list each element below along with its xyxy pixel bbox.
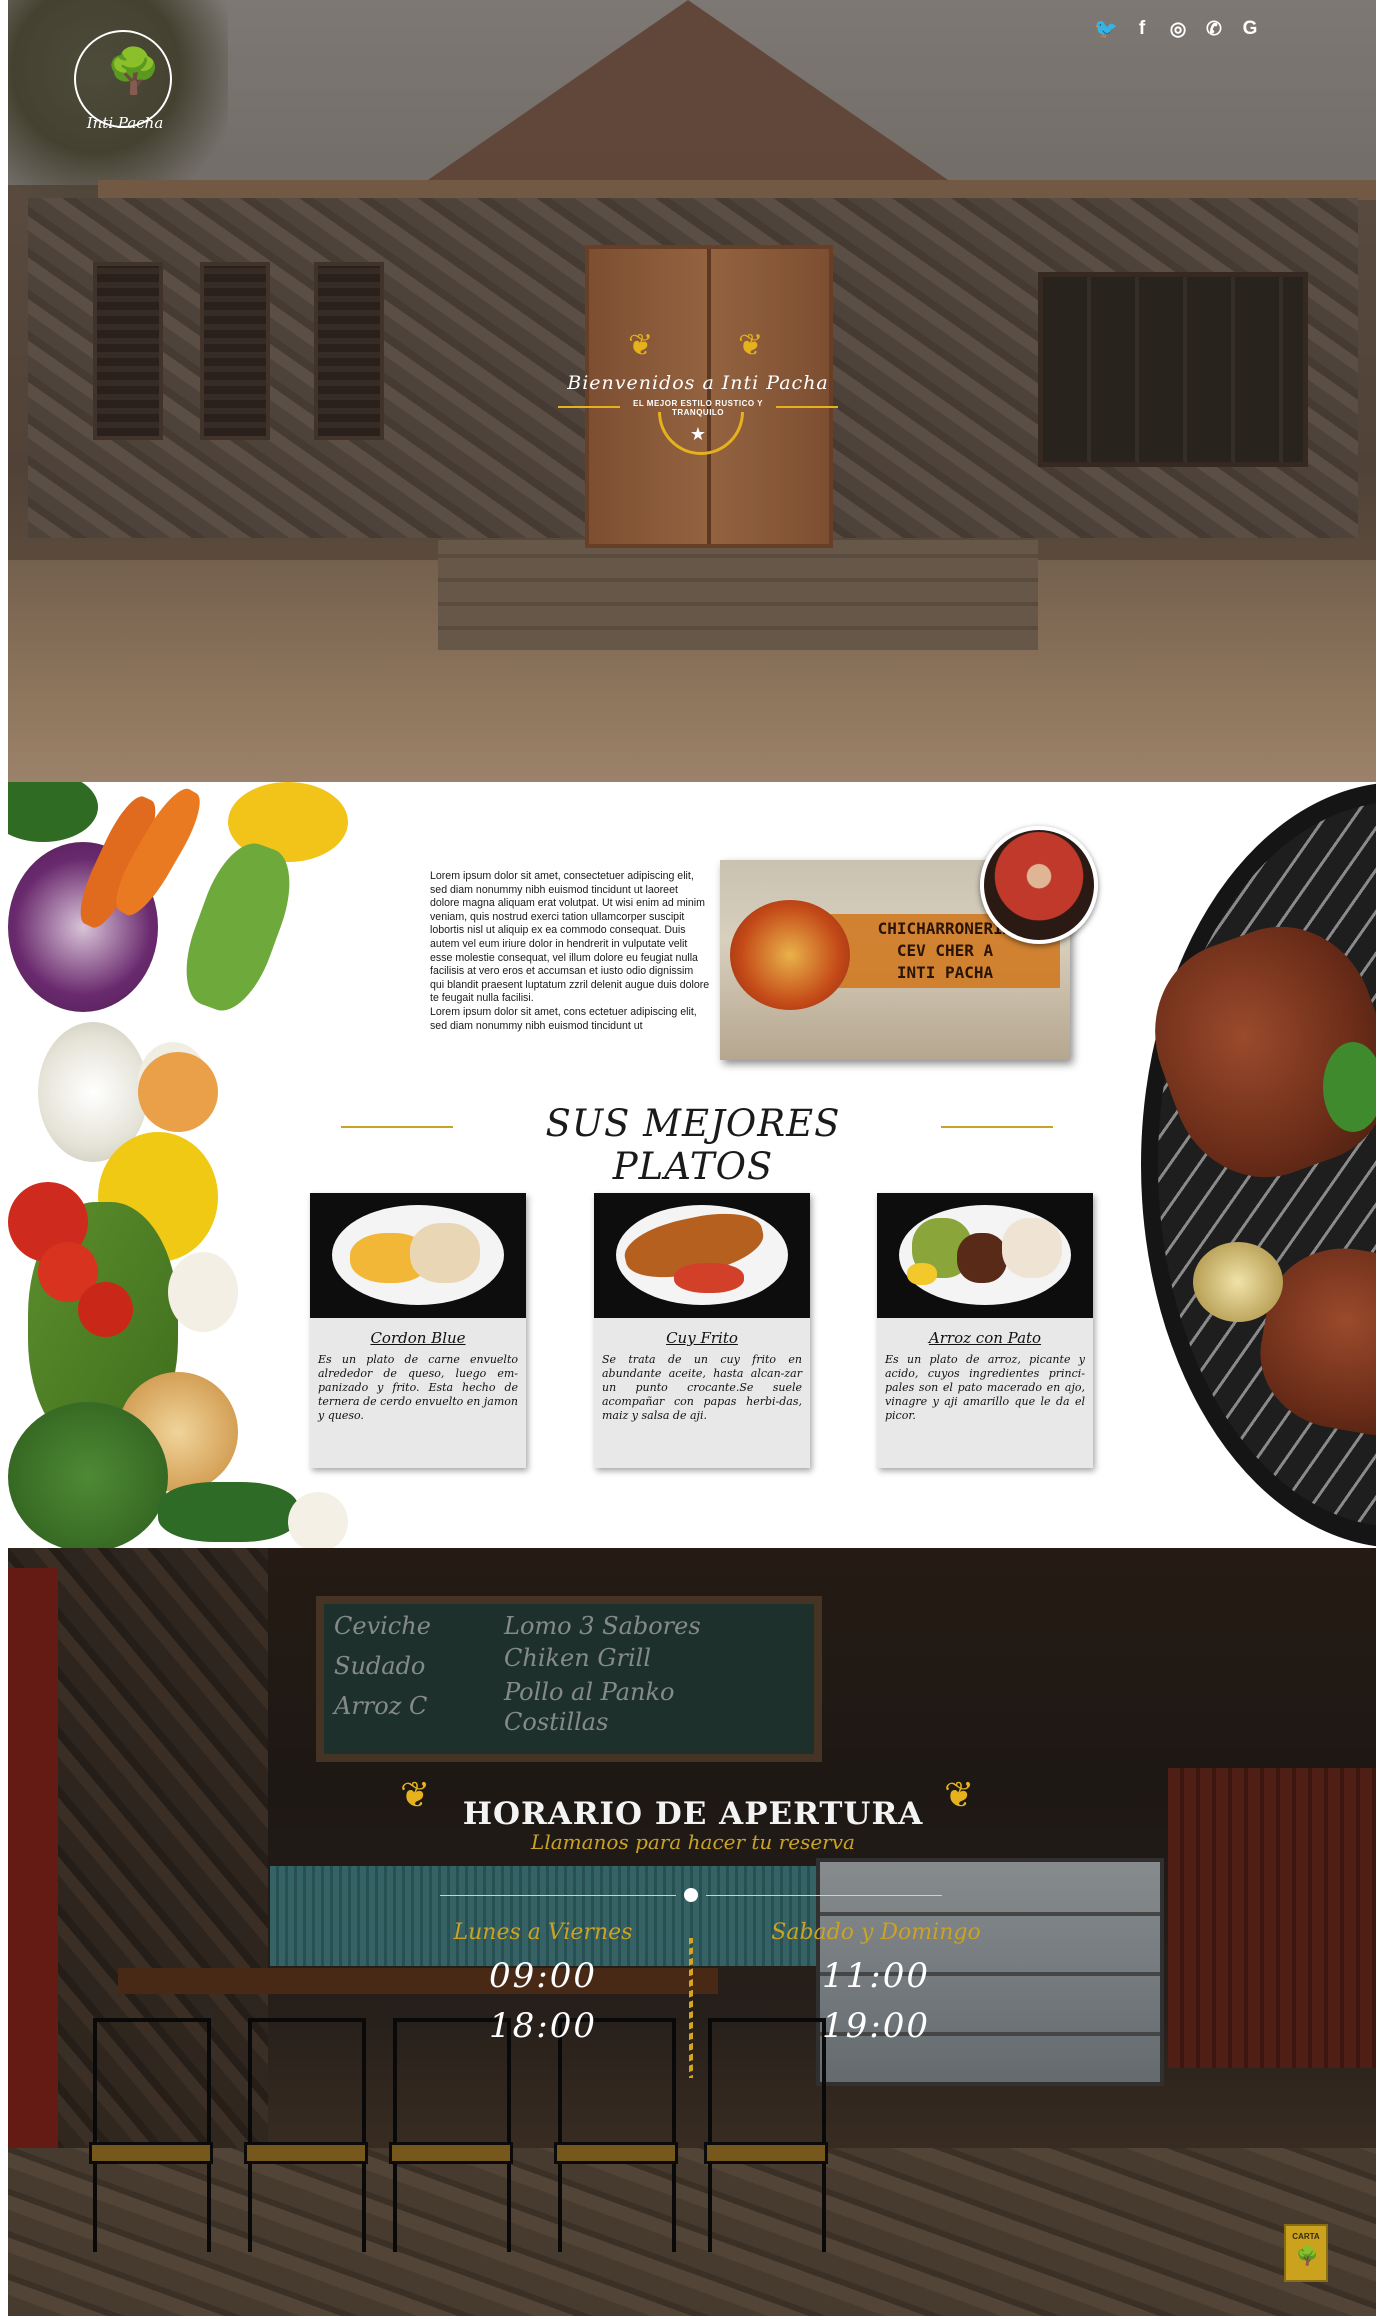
tree-logo-icon: 🌳 xyxy=(1296,2246,1319,2266)
instagram-icon[interactable]: ◎ xyxy=(1165,16,1191,42)
intro-text: Lorem ipsum dolor sit amet, consectetuer… xyxy=(430,870,710,1033)
wheat-icon: ❦ xyxy=(738,329,764,362)
dishes-title: SUS MEJORES PLATOS xyxy=(545,1102,841,1188)
opening-hours-section: Ceviche Sudado Arroz C Lomo 3 Sabores Ch… xyxy=(8,1548,1376,2316)
weekend-open-time: 11:00 xyxy=(822,1956,930,1996)
dish-photo xyxy=(877,1193,1093,1318)
facebook-icon[interactable]: f xyxy=(1129,16,1155,42)
dishes-grid: Cordon Blue Es un plato de carne envuelt… xyxy=(310,1193,1110,1483)
wheat-icon: ❦ xyxy=(944,1774,975,1815)
dish-description: Es un plato de arroz, picante y acido, c… xyxy=(885,1353,1085,1422)
carta-label: CARTA xyxy=(1292,2232,1320,2241)
logo[interactable]: 🌳 Inti Pacha xyxy=(70,30,180,134)
google-icon[interactable]: G xyxy=(1237,16,1263,42)
tree-logo-icon: 🌳 xyxy=(106,47,161,96)
hours-subtitle: Llamanos para hacer tu reserva xyxy=(531,1830,855,1854)
dish-name: Cordon Blue xyxy=(370,1329,466,1347)
twitter-icon[interactable]: 🐦 xyxy=(1093,16,1119,42)
hours-title: HORARIO DE APERTURA xyxy=(462,1796,924,1832)
weekday-label: Lunes a Viernes xyxy=(453,1920,633,1945)
dish-description: Se trata de un cuy frito en abundante ac… xyxy=(602,1353,802,1422)
logo-text: Inti Pacha xyxy=(86,114,164,132)
welcome-emblem: ❦ ❦ Bienvenidos a Inti Pacha EL MEJOR ES… xyxy=(548,320,848,480)
dish-photo xyxy=(594,1193,810,1318)
dish-card[interactable]: Cordon Blue Es un plato de carne envuelt… xyxy=(310,1193,526,1468)
hero-title: Bienvenidos a Inti Pacha xyxy=(567,372,829,394)
page: 🌳 Inti Pacha 🐦 f ◎ ✆ G ❦ ❦ Bienvenidos a… xyxy=(8,0,1376,2316)
about-section: Lorem ipsum dolor sit amet, consectetuer… xyxy=(8,782,1376,1548)
dish-description: Es un plato de carne envuelto alrededor … xyxy=(318,1353,518,1422)
dishes-heading: SUS MEJORES PLATOS xyxy=(333,1102,1053,1188)
grill-image xyxy=(1128,782,1376,1548)
chef-avatar xyxy=(980,826,1098,944)
intro-paragraph: Lorem ipsum dolor sit amet, cons ectetue… xyxy=(430,1005,697,1032)
dish-card[interactable]: Cuy Frito Se trata de un cuy frito en ab… xyxy=(594,1193,810,1468)
weekend-label: Sabado y Domingo xyxy=(771,1920,981,1945)
hero-section: 🌳 Inti Pacha 🐦 f ◎ ✆ G ❦ ❦ Bienvenidos a… xyxy=(8,0,1376,782)
dish-name: Cuy Frito xyxy=(666,1329,738,1347)
wheat-icon: ❦ xyxy=(400,1774,431,1815)
dish-card[interactable]: Arroz con Pato Es un plato de arroz, pic… xyxy=(877,1193,1093,1468)
social-links: 🐦 f ◎ ✆ G xyxy=(1093,16,1263,44)
weekday-open-time: 09:00 xyxy=(489,1956,597,1996)
dish-photo xyxy=(310,1193,526,1318)
weekend-close-time: 19:00 xyxy=(822,2006,930,2046)
whatsapp-icon[interactable]: ✆ xyxy=(1201,16,1227,42)
weekday-close-time: 18:00 xyxy=(489,2006,597,2046)
star-icon: ★ xyxy=(689,424,707,444)
intro-paragraph: Lorem ipsum dolor sit amet, consectetuer… xyxy=(430,870,710,1005)
menu-carta-button[interactable]: CARTA 🌳 xyxy=(1284,2224,1328,2282)
wheat-icon: ❦ xyxy=(628,329,654,362)
dish-name: Arroz con Pato xyxy=(928,1329,1042,1347)
